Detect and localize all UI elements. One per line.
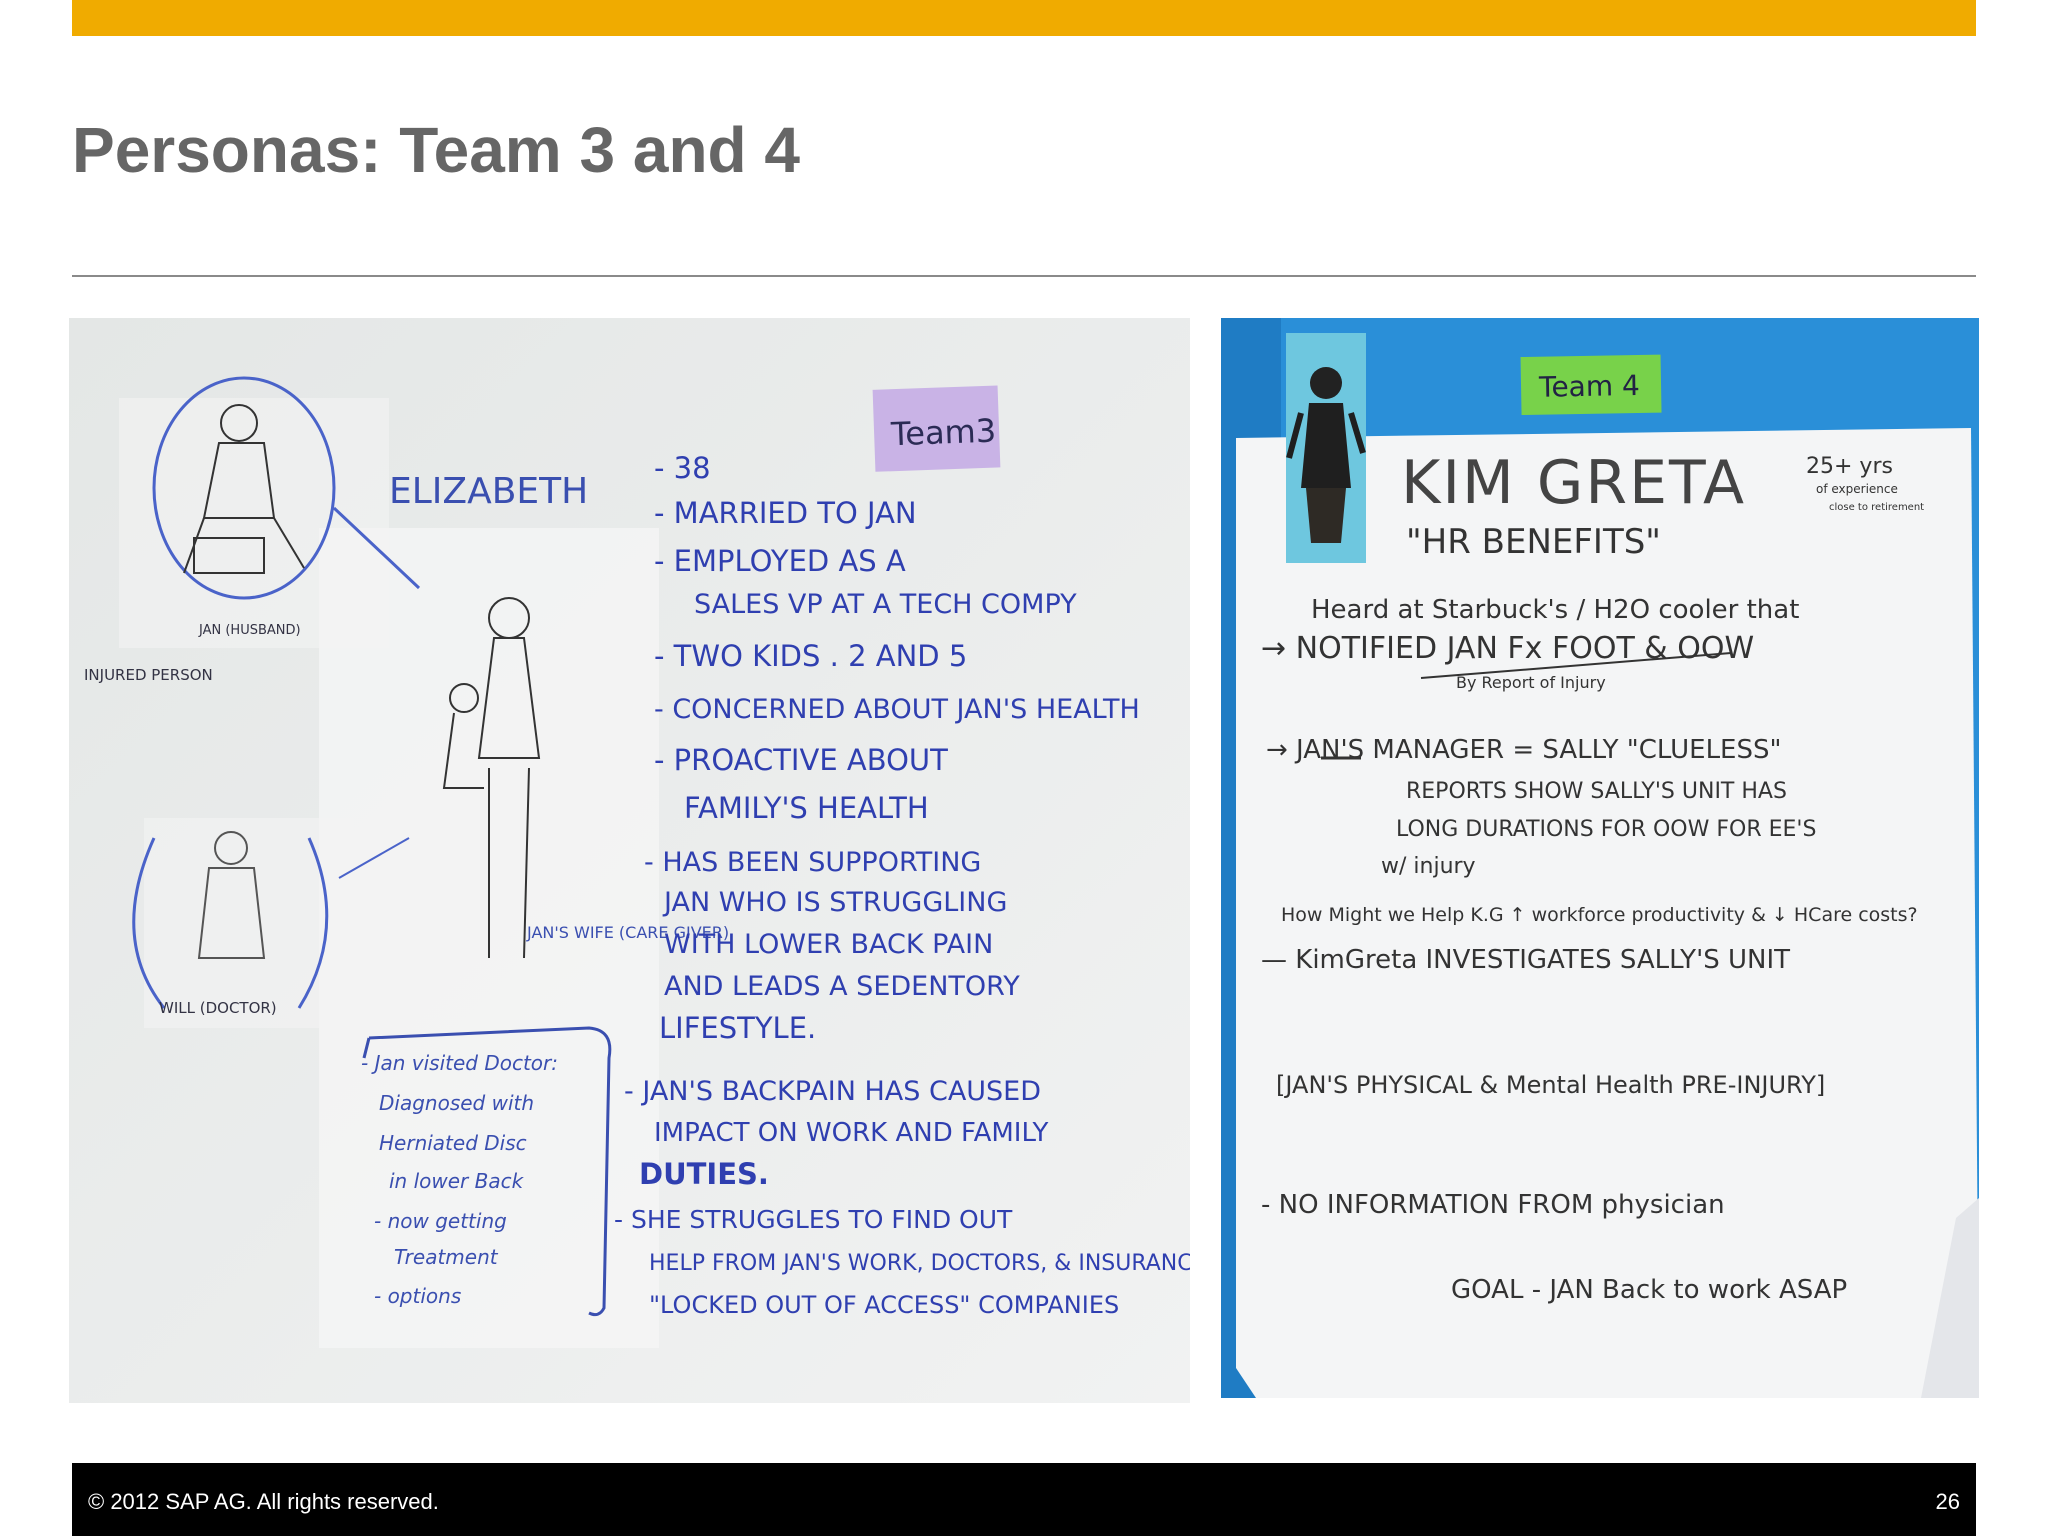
copyright-text: © 2012 SAP AG. All rights reserved.	[88, 1489, 439, 1514]
note-line: [JAN'S PHYSICAL & Mental Health PRE-INJU…	[1276, 1071, 1825, 1099]
trait-line: - EMPLOYED AS A	[654, 544, 906, 578]
trait-line: - CONCERNED ABOUT JAN'S HEALTH	[654, 694, 1140, 725]
kim-greta-name: KIM GRETA	[1401, 448, 1746, 518]
trait-line: IMPACT ON WORK AND FAMILY	[654, 1118, 1048, 1148]
note-line: — KimGreta INVESTIGATES SALLY'S UNIT	[1261, 945, 1790, 975]
title-divider	[72, 275, 1976, 277]
injured-person-label: INJURED PERSON	[84, 666, 213, 684]
elizabeth-name: ELIZABETH	[389, 471, 588, 512]
trait-line: - TWO KIDS . 2 AND 5	[654, 639, 967, 673]
jan-husband-label: JAN (HUSBAND)	[198, 623, 301, 638]
trait-line: DUTIES.	[639, 1157, 769, 1191]
trait-line: - 38	[654, 451, 711, 485]
note-line: → JAN'S MANAGER = SALLY "CLUELESS"	[1266, 735, 1781, 765]
experience-line: of experience	[1816, 482, 1898, 496]
trait-line: JAN WHO IS STRUGGLING	[662, 887, 1007, 918]
note-line: - Jan visited Doctor:	[361, 1051, 558, 1075]
note-line: Heard at Starbuck's / H2O cooler that	[1311, 595, 1799, 625]
note-line: REPORTS SHOW SALLY'S UNIT HAS	[1406, 779, 1787, 804]
slide-title: Personas: Team 3 and 4	[72, 114, 800, 186]
note-line: By Report of Injury	[1456, 673, 1606, 692]
team3-whiteboard-photo: Team3 JAN (HUSBAND) INJURED PERSON WILL …	[69, 318, 1190, 1403]
note-line: Treatment	[394, 1245, 499, 1269]
experience-line: 25+ yrs	[1806, 454, 1893, 479]
will-doctor-label: WILL (DOCTOR)	[159, 999, 277, 1017]
trait-line: - MARRIED TO JAN	[654, 496, 917, 530]
trait-line: "LOCKED OUT OF ACCESS" COMPANIES	[649, 1291, 1119, 1319]
note-line: GOAL - JAN Back to work ASAP	[1451, 1275, 1847, 1305]
trait-line: AND LEADS A SEDENTORY	[664, 971, 1020, 1002]
brand-top-bar	[72, 0, 1976, 36]
note-line: Herniated Disc	[379, 1131, 527, 1155]
note-line: in lower Back	[389, 1169, 525, 1193]
trait-line: - JAN'S BACKPAIN HAS CAUSED	[624, 1076, 1041, 1107]
experience-line: close to retirement	[1829, 502, 1924, 513]
trait-line: HELP FROM JAN'S WORK, DOCTORS, & INSURAN…	[649, 1251, 1190, 1276]
page-number: 26	[1935, 1489, 1960, 1514]
slide-footer: © 2012 SAP AG. All rights reserved. 26	[72, 1463, 1976, 1536]
trait-line: WITH LOWER BACK PAIN	[664, 929, 993, 960]
team4-tag: Team 4	[1538, 369, 1640, 404]
hr-benefits-role: "HR BENEFITS"	[1406, 522, 1661, 562]
trait-line: - PROACTIVE ABOUT	[654, 743, 948, 777]
team4-poster-photo: Team 4 KIM GRETA "HR BENEFITS" 25+ yrs o…	[1221, 318, 1979, 1398]
team3-photo-drawing: Team3 JAN (HUSBAND) INJURED PERSON WILL …	[69, 318, 1190, 1403]
trait-line: - SHE STRUGGLES TO FIND OUT	[614, 1205, 1013, 1234]
note-line: LONG DURATIONS FOR OOW FOR EE'S	[1396, 817, 1816, 842]
note-line: → NOTIFIED JAN Fx FOOT & OOW	[1261, 631, 1754, 666]
note-line: - NO INFORMATION FROM physician	[1261, 1190, 1725, 1220]
trait-line: FAMILY'S HEALTH	[684, 791, 929, 825]
note-line: w/ injury	[1381, 854, 1476, 879]
team3-tag: Team3	[889, 412, 996, 454]
note-line: Diagnosed with	[379, 1091, 534, 1115]
trait-line: - HAS BEEN SUPPORTING	[644, 847, 981, 878]
trait-line: LIFESTYLE.	[659, 1011, 816, 1045]
note-line: - now getting	[374, 1209, 507, 1233]
team4-photo-drawing: Team 4 KIM GRETA "HR BENEFITS" 25+ yrs o…	[1221, 318, 1979, 1398]
note-line: - options	[374, 1284, 461, 1308]
trait-line: SALES VP AT A TECH COMPY	[694, 589, 1077, 620]
note-line: How Might we Help K.G ↑ workforce produc…	[1281, 904, 1918, 926]
